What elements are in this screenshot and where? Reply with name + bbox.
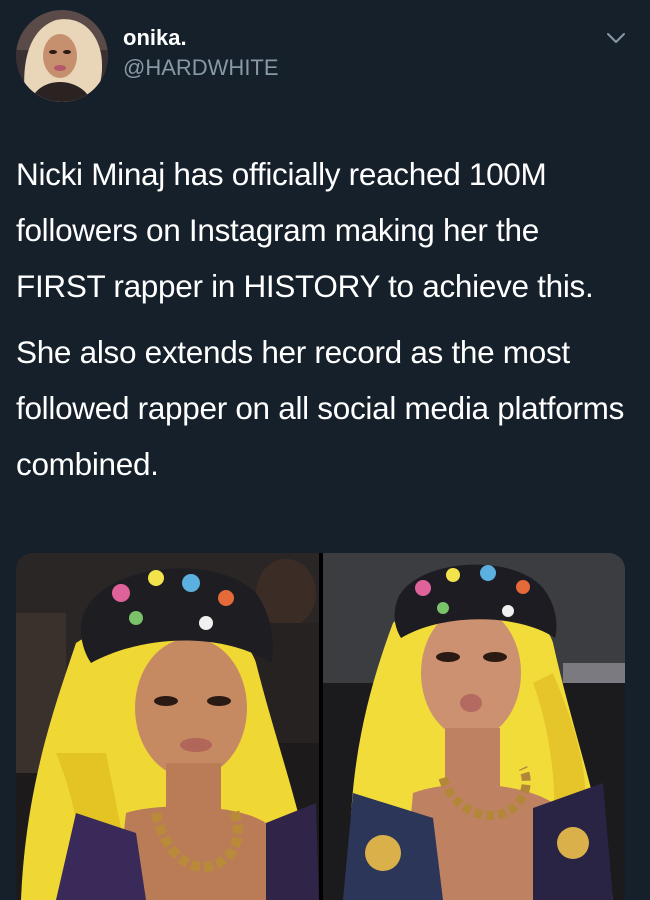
tweet-card: onika. @HARDWHITE Nicki Minaj has offici… <box>0 0 650 900</box>
tweet-text: Nicki Minaj has officially reached 100M … <box>16 146 636 492</box>
display-name[interactable]: onika. <box>123 24 279 52</box>
chevron-down-icon <box>607 33 625 43</box>
user-handle[interactable]: @HARDWHITE <box>123 53 279 83</box>
tweet-menu-button[interactable] <box>603 27 629 49</box>
user-block: onika. @HARDWHITE <box>123 24 279 83</box>
media-photo-right[interactable] <box>323 553 625 900</box>
profile-photo-icon <box>16 10 108 102</box>
media-photo-left[interactable] <box>16 553 319 900</box>
photo-woman-yellow-hair-right-icon <box>323 553 625 900</box>
tweet-paragraph-2: She also extends her record as the most … <box>16 334 625 482</box>
photo-woman-yellow-hair-left-icon <box>16 553 319 900</box>
avatar[interactable] <box>16 10 108 102</box>
tweet-media <box>16 553 625 900</box>
tweet-paragraph-1: Nicki Minaj has officially reached 100M … <box>16 156 594 304</box>
